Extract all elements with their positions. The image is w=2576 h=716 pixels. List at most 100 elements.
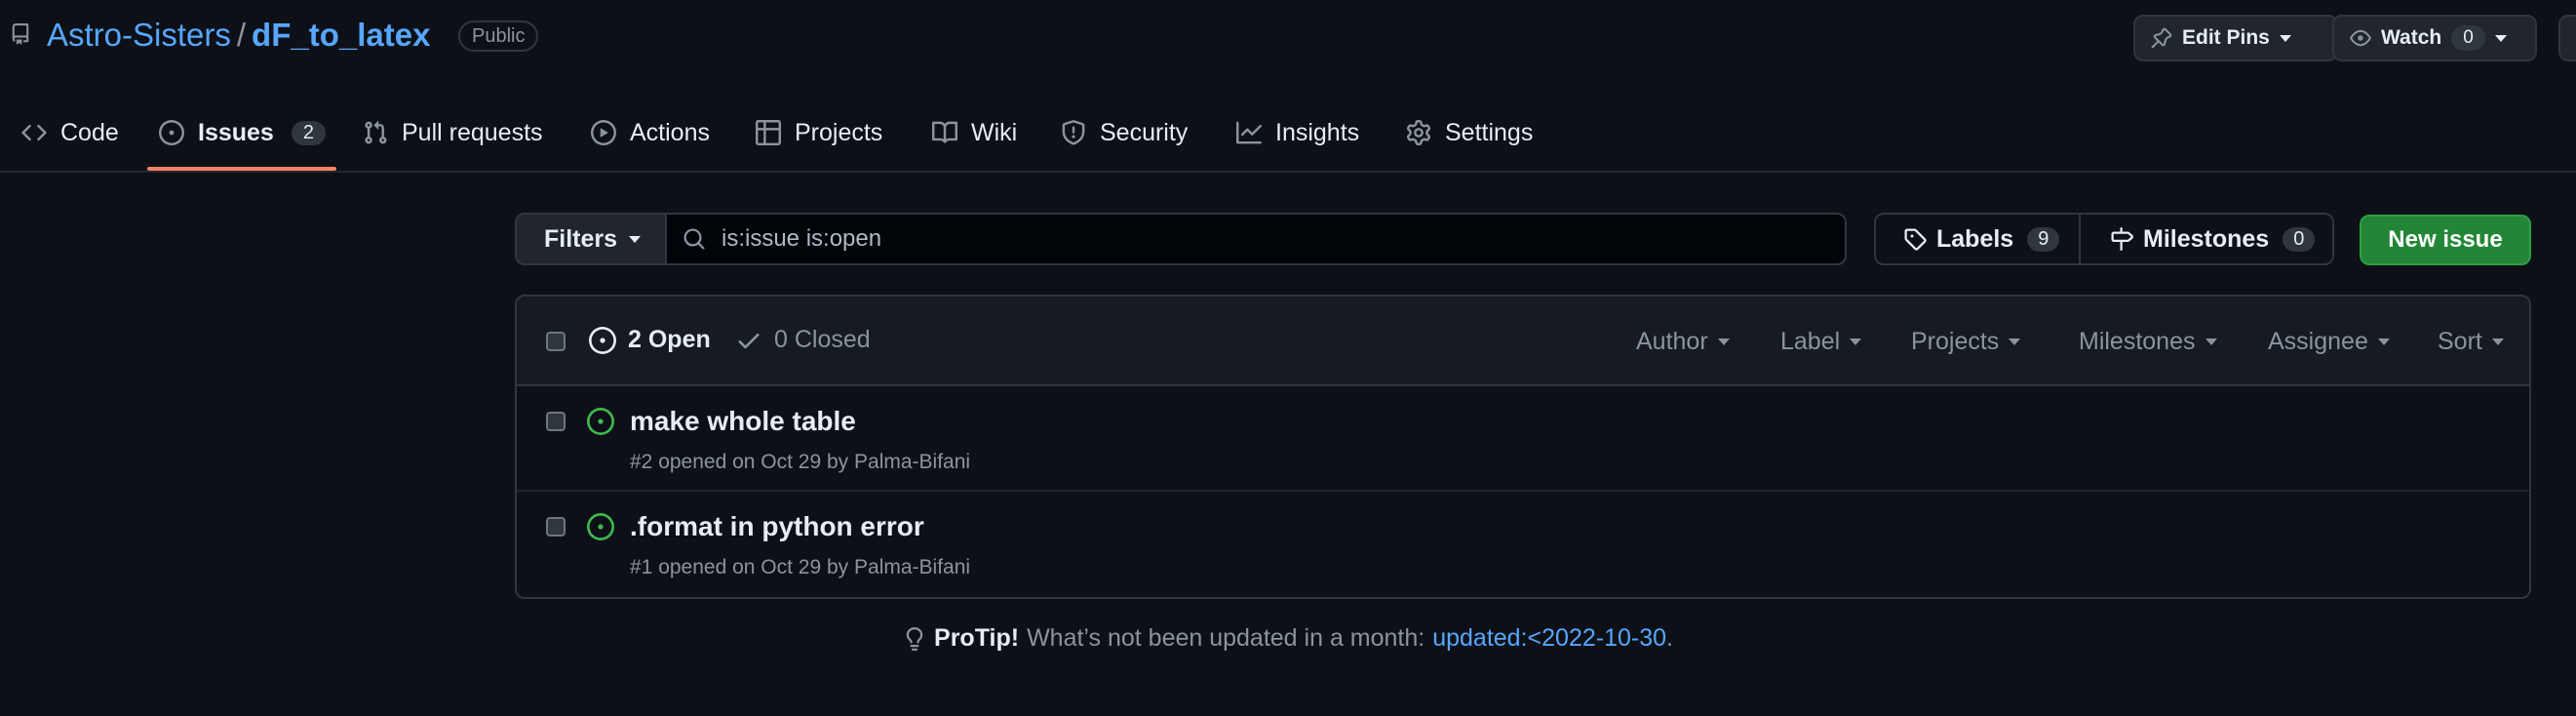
select-all-checkbox[interactable] bbox=[546, 332, 566, 351]
repo-header: Astro-Sisters / dF_to_latex Public Edit Pi… bbox=[0, 0, 2576, 74]
tab-security[interactable]: Security bbox=[1061, 109, 1188, 156]
tab-label: Code bbox=[60, 118, 119, 146]
more-actions-button[interactable] bbox=[2558, 15, 2576, 61]
check-icon bbox=[738, 333, 760, 348]
tab-label: Insights bbox=[1275, 118, 1360, 146]
chevron-down-icon bbox=[2377, 338, 2390, 345]
filter-label: Sort bbox=[2438, 328, 2482, 355]
eye-icon bbox=[2350, 29, 2371, 47]
chevron-down-icon bbox=[2279, 34, 2291, 42]
tab-actions[interactable]: Actions bbox=[591, 109, 710, 156]
issues-list-header: 2 Open 0 Closed Author Label Projects Mi… bbox=[517, 297, 2529, 386]
chevron-down-icon bbox=[1850, 338, 1862, 345]
closed-count-label: 0 Closed bbox=[774, 326, 871, 353]
light-bulb-icon bbox=[906, 626, 923, 651]
issue-search-input[interactable] bbox=[722, 225, 1794, 253]
issue-title-link[interactable]: .format in python error bbox=[630, 511, 924, 542]
tab-label: Wiki bbox=[971, 118, 1018, 146]
edit-pins-button[interactable]: Edit Pins bbox=[2133, 15, 2338, 61]
labels-button[interactable]: Labels 9 bbox=[1874, 213, 2081, 265]
labels-label: Labels bbox=[1936, 224, 2014, 253]
milestones-label: Milestones bbox=[2143, 224, 2270, 253]
code-icon bbox=[21, 124, 47, 141]
edit-pins-label: Edit Pins bbox=[2182, 26, 2270, 49]
shield-icon bbox=[1062, 120, 1085, 145]
filters-label: Filters bbox=[544, 224, 618, 253]
issue-meta: #1 opened on Oct 29 by Palma-Bifani bbox=[630, 556, 971, 578]
protip-strong: ProTip! bbox=[934, 624, 1020, 652]
open-count-label: 2 Open bbox=[628, 326, 711, 353]
tab-label: Actions bbox=[630, 118, 710, 146]
repo-separator: / bbox=[236, 17, 247, 53]
filter-label: Author bbox=[1636, 328, 1708, 355]
issue-opened-icon bbox=[587, 408, 614, 435]
issues-count-badge: 2 bbox=[291, 120, 326, 145]
issue-title-link[interactable]: make whole table bbox=[630, 406, 856, 437]
chevron-down-icon bbox=[2491, 338, 2504, 345]
filters-dropdown-button[interactable]: Filters bbox=[515, 213, 667, 265]
milestones-filter-dropdown[interactable]: Milestones bbox=[2079, 328, 2217, 356]
tab-label: Pull requests bbox=[402, 118, 543, 146]
tab-projects[interactable]: Projects bbox=[756, 109, 882, 156]
filter-label: Label bbox=[1780, 328, 1841, 355]
chevron-down-icon bbox=[2494, 34, 2507, 42]
milestone-icon bbox=[2111, 227, 2133, 251]
issue-checkbox[interactable] bbox=[546, 517, 566, 537]
closed-issues-filter[interactable]: 0 Closed bbox=[735, 326, 871, 354]
issue-opened-icon bbox=[589, 326, 616, 354]
watch-count: 0 bbox=[2451, 25, 2485, 51]
watch-label: Watch bbox=[2381, 26, 2442, 49]
play-icon bbox=[591, 120, 616, 145]
chevron-down-icon bbox=[1717, 338, 1730, 345]
search-icon bbox=[683, 228, 705, 250]
open-issues-filter[interactable]: 2 Open bbox=[589, 326, 711, 354]
chevron-down-icon bbox=[2205, 338, 2217, 345]
issue-opened-icon bbox=[587, 513, 614, 540]
issue-row[interactable]: make whole table #2 opened on Oct 29 by … bbox=[517, 386, 2529, 492]
labels-count: 9 bbox=[2027, 226, 2060, 252]
tab-wiki[interactable]: Wiki bbox=[932, 109, 1017, 156]
projects-filter-dropdown[interactable]: Projects bbox=[1911, 328, 2021, 356]
tab-issues[interactable]: Issues 2 bbox=[159, 109, 326, 156]
gear-icon bbox=[1406, 120, 1431, 145]
issue-row[interactable]: .format in python error #1 opened on Oct… bbox=[517, 492, 2529, 597]
repo-name-link[interactable]: dF_to_latex bbox=[252, 17, 430, 53]
issue-opened-icon bbox=[159, 120, 184, 145]
tab-code[interactable]: Code bbox=[21, 109, 119, 156]
milestones-button[interactable]: Milestones 0 bbox=[2079, 213, 2334, 265]
issue-meta: #2 opened on Oct 29 by Palma-Bifani bbox=[630, 451, 971, 473]
author-filter-dropdown[interactable]: Author bbox=[1636, 328, 1730, 356]
repo-icon bbox=[12, 23, 29, 45]
repo-nav: Code Issues 2 Pull requests Actions Proj… bbox=[0, 109, 2576, 172]
filter-label: Milestones bbox=[2079, 328, 2196, 355]
visibility-badge: Public bbox=[458, 20, 539, 52]
protip-link[interactable]: updated:<2022-10-30 bbox=[1432, 624, 1666, 653]
nav-divider bbox=[0, 171, 2576, 173]
protip: ProTip! What’s not been updated in a mon… bbox=[0, 624, 2576, 657]
tab-settings[interactable]: Settings bbox=[1406, 109, 1533, 156]
protip-end: . bbox=[1666, 624, 1673, 652]
label-filter-dropdown[interactable]: Label bbox=[1780, 328, 1862, 356]
new-issue-button[interactable]: New issue bbox=[2360, 215, 2531, 265]
tab-insights[interactable]: Insights bbox=[1236, 109, 1359, 156]
issues-list: 2 Open 0 Closed Author Label Projects Mi… bbox=[515, 295, 2531, 599]
tab-label: Security bbox=[1100, 118, 1189, 146]
tab-label: Issues bbox=[198, 118, 274, 146]
tag-icon bbox=[1904, 228, 1927, 251]
pin-icon bbox=[2151, 27, 2172, 49]
issue-checkbox[interactable] bbox=[546, 412, 566, 431]
issue-search-field[interactable] bbox=[665, 213, 1847, 265]
milestones-count: 0 bbox=[2283, 226, 2316, 252]
repo-title: Astro-Sisters / dF_to_latex bbox=[47, 14, 430, 57]
assignee-filter-dropdown[interactable]: Assignee bbox=[2268, 328, 2390, 356]
sort-dropdown[interactable]: Sort bbox=[2438, 328, 2504, 356]
book-icon bbox=[932, 121, 957, 143]
graph-icon bbox=[1236, 121, 1262, 144]
tab-pull-requests[interactable]: Pull requests bbox=[363, 109, 543, 156]
watch-button[interactable]: Watch 0 bbox=[2332, 15, 2537, 61]
table-icon bbox=[756, 120, 781, 145]
filter-label: Assignee bbox=[2268, 328, 2368, 355]
repo-owner-link[interactable]: Astro-Sisters bbox=[47, 17, 231, 53]
tab-label: Settings bbox=[1445, 118, 1534, 146]
git-pull-request-icon bbox=[365, 120, 387, 144]
